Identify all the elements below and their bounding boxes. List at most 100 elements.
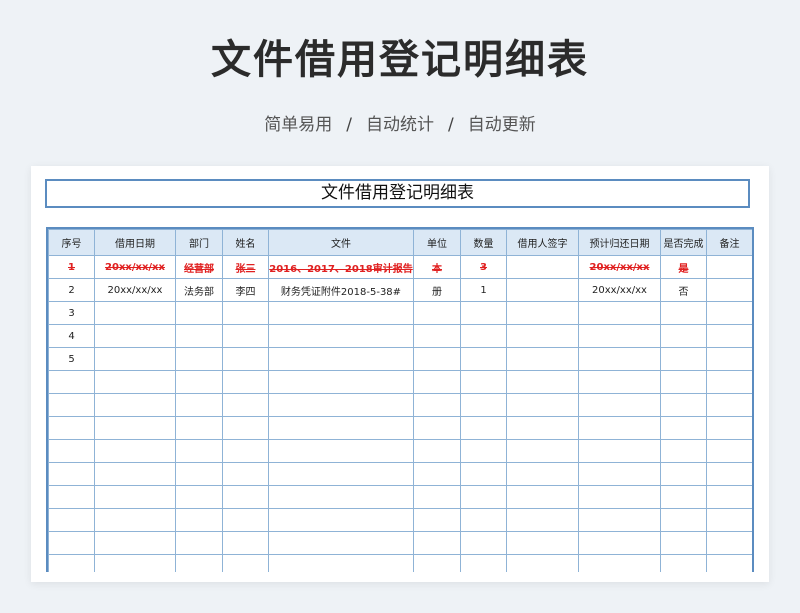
table-cell-sign[interactable] xyxy=(506,439,579,463)
table-cell-unit[interactable] xyxy=(413,462,461,486)
table-cell-seq[interactable] xyxy=(48,439,95,463)
table-cell-qty[interactable]: 1 xyxy=(460,278,507,302)
table-cell-return-date[interactable] xyxy=(578,462,661,486)
table-cell-name[interactable] xyxy=(222,324,269,348)
table-cell-dept[interactable] xyxy=(175,439,223,463)
column-header-date[interactable]: 借用日期 xyxy=(94,229,176,256)
table-cell-file[interactable] xyxy=(268,439,414,463)
table-cell-qty[interactable]: 3 xyxy=(460,255,507,279)
table-cell-file[interactable] xyxy=(268,416,414,440)
table-cell-return-date[interactable] xyxy=(578,370,661,394)
table-cell-done[interactable] xyxy=(660,393,707,417)
table-cell-date[interactable] xyxy=(94,439,176,463)
table-cell-seq[interactable]: 3 xyxy=(48,301,95,325)
table-cell-return-date[interactable]: 20xx/xx/xx xyxy=(578,255,661,279)
table-cell-dept[interactable] xyxy=(175,347,223,371)
table-cell-name[interactable]: 张三 xyxy=(222,255,269,279)
table-cell-unit[interactable]: 本 xyxy=(413,255,461,279)
table-cell-note[interactable] xyxy=(706,255,752,279)
table-cell-date[interactable] xyxy=(94,301,176,325)
table-cell-note[interactable] xyxy=(706,278,752,302)
table-cell-note[interactable] xyxy=(706,416,752,440)
table-cell-return-date[interactable] xyxy=(578,508,661,532)
column-header-unit[interactable]: 单位 xyxy=(413,229,461,256)
table-cell-name[interactable] xyxy=(222,462,269,486)
table-cell-unit[interactable] xyxy=(413,301,461,325)
column-header-note[interactable]: 备注 xyxy=(706,229,752,256)
table-cell-name[interactable]: 李四 xyxy=(222,278,269,302)
table-cell-done[interactable]: 否 xyxy=(660,278,707,302)
table-cell-seq[interactable] xyxy=(48,416,95,440)
table-cell-note[interactable] xyxy=(706,439,752,463)
table-cell-sign[interactable] xyxy=(506,278,579,302)
table-cell-note[interactable] xyxy=(706,462,752,486)
table-cell-unit[interactable] xyxy=(413,554,461,572)
table-cell-seq[interactable] xyxy=(48,485,95,509)
table-cell-name[interactable] xyxy=(222,393,269,417)
column-header-seq[interactable]: 序号 xyxy=(48,229,95,256)
table-cell-dept[interactable] xyxy=(175,324,223,348)
table-cell-name[interactable] xyxy=(222,554,269,572)
table-cell-dept[interactable] xyxy=(175,531,223,555)
table-cell-date[interactable]: 20xx/xx/xx xyxy=(94,278,176,302)
table-cell-qty[interactable] xyxy=(460,462,507,486)
table-cell-seq[interactable] xyxy=(48,393,95,417)
table-cell-done[interactable] xyxy=(660,301,707,325)
table-cell-dept[interactable] xyxy=(175,416,223,440)
table-cell-done[interactable] xyxy=(660,508,707,532)
table-cell-return-date[interactable] xyxy=(578,393,661,417)
table-cell-done[interactable] xyxy=(660,416,707,440)
table-cell-dept[interactable]: 法务部 xyxy=(175,278,223,302)
table-cell-sign[interactable] xyxy=(506,301,579,325)
table-cell-file[interactable] xyxy=(268,347,414,371)
table-cell-dept[interactable] xyxy=(175,508,223,532)
table-cell-unit[interactable] xyxy=(413,439,461,463)
table-cell-date[interactable]: 20xx/xx/xx xyxy=(94,255,176,279)
table-cell-note[interactable] xyxy=(706,324,752,348)
table-cell-unit[interactable] xyxy=(413,370,461,394)
table-cell-note[interactable] xyxy=(706,301,752,325)
table-cell-return-date[interactable] xyxy=(578,439,661,463)
table-cell-qty[interactable] xyxy=(460,508,507,532)
table-cell-qty[interactable] xyxy=(460,485,507,509)
table-cell-qty[interactable] xyxy=(460,393,507,417)
table-cell-sign[interactable] xyxy=(506,485,579,509)
table-cell-file[interactable] xyxy=(268,393,414,417)
table-cell-seq[interactable]: 4 xyxy=(48,324,95,348)
column-header-done[interactable]: 是否完成 xyxy=(660,229,707,256)
table-cell-sign[interactable] xyxy=(506,554,579,572)
table-cell-dept[interactable] xyxy=(175,462,223,486)
table-cell-date[interactable] xyxy=(94,324,176,348)
table-cell-note[interactable] xyxy=(706,347,752,371)
table-cell-seq[interactable]: 2 xyxy=(48,278,95,302)
table-cell-unit[interactable]: 册 xyxy=(413,278,461,302)
table-cell-note[interactable] xyxy=(706,393,752,417)
table-cell-dept[interactable] xyxy=(175,370,223,394)
table-cell-date[interactable] xyxy=(94,370,176,394)
table-cell-file[interactable] xyxy=(268,508,414,532)
table-cell-qty[interactable] xyxy=(460,370,507,394)
table-cell-done[interactable] xyxy=(660,531,707,555)
column-header-file[interactable]: 文件 xyxy=(268,229,414,256)
table-cell-file[interactable] xyxy=(268,554,414,572)
table-cell-return-date[interactable] xyxy=(578,531,661,555)
table-cell-file[interactable] xyxy=(268,301,414,325)
table-cell-file[interactable] xyxy=(268,324,414,348)
table-cell-qty[interactable] xyxy=(460,324,507,348)
table-cell-file[interactable]: 2016、2017、2018审计报告 xyxy=(268,255,414,279)
table-cell-seq[interactable] xyxy=(48,462,95,486)
table-cell-note[interactable] xyxy=(706,370,752,394)
table-cell-sign[interactable] xyxy=(506,393,579,417)
column-header-dept[interactable]: 部门 xyxy=(175,229,223,256)
table-cell-unit[interactable] xyxy=(413,416,461,440)
table-cell-date[interactable] xyxy=(94,485,176,509)
table-cell-name[interactable] xyxy=(222,508,269,532)
column-header-qty[interactable]: 数量 xyxy=(460,229,507,256)
table-cell-qty[interactable] xyxy=(460,531,507,555)
table-cell-done[interactable] xyxy=(660,485,707,509)
table-cell-file[interactable] xyxy=(268,531,414,555)
table-cell-seq[interactable] xyxy=(48,370,95,394)
column-header-name[interactable]: 姓名 xyxy=(222,229,269,256)
table-cell-unit[interactable] xyxy=(413,531,461,555)
table-cell-date[interactable] xyxy=(94,508,176,532)
